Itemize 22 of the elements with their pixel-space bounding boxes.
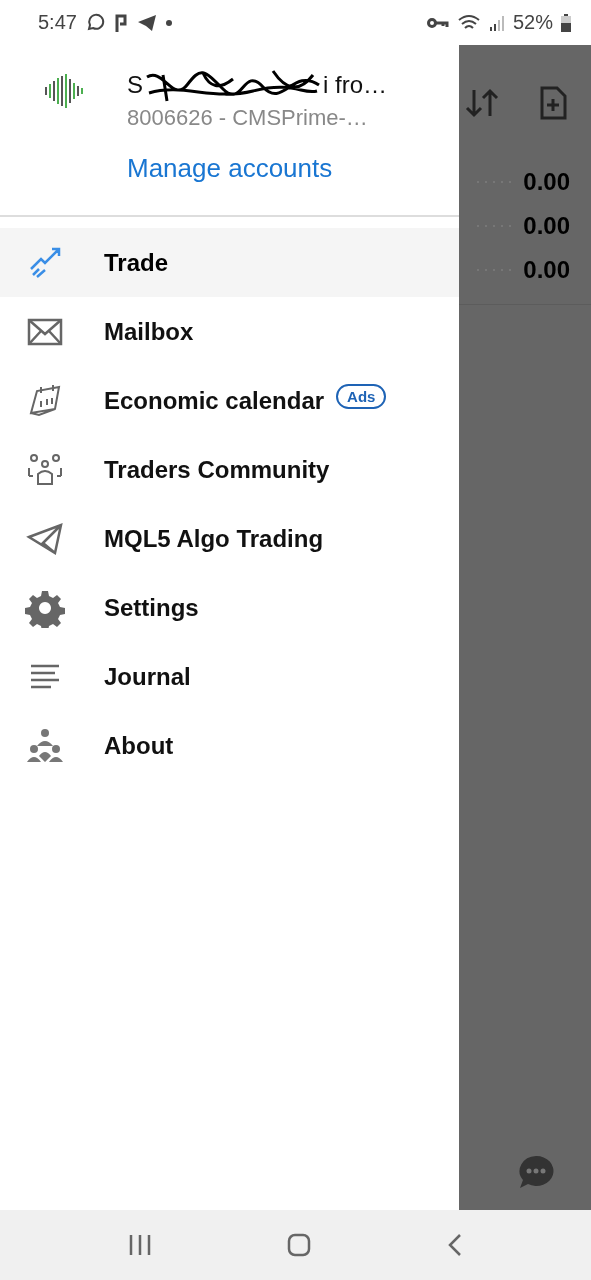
sort-arrows-icon [465, 87, 499, 118]
new-document-icon [539, 85, 567, 120]
account-server: 8006626 - CMSPrime-… [127, 105, 369, 131]
account-name: S [127, 71, 143, 99]
paper-plane-icon [136, 13, 157, 32]
value-text: 0.00 [523, 168, 570, 196]
value-text: 0.00 [523, 212, 570, 240]
account-name: i fro… [323, 71, 388, 99]
recent-apps-icon[interactable] [127, 1234, 152, 1256]
back-icon[interactable] [447, 1233, 464, 1257]
ads-badge: Ads [336, 384, 387, 409]
chat-bubble-icon[interactable] [517, 1154, 555, 1190]
battery-percent: 52% [512, 11, 553, 34]
manage-accounts-link[interactable]: Manage accounts [127, 153, 333, 184]
value-text: 0.00 [523, 256, 570, 284]
key-icon [426, 15, 449, 30]
battery-icon [561, 13, 571, 32]
home-icon[interactable] [287, 1233, 312, 1257]
menu-item[interactable]: Trade [0, 228, 459, 297]
signal-icon [488, 13, 505, 32]
dot-icon [164, 18, 173, 27]
clock: 5:47 [38, 11, 77, 34]
